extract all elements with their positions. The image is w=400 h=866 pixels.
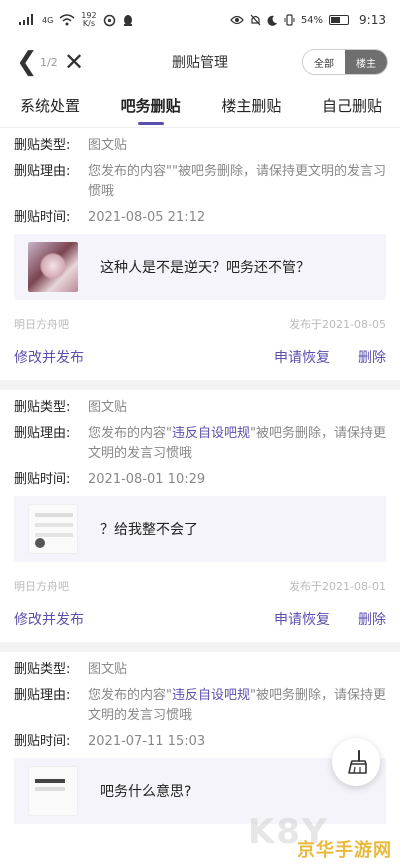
deleted-post-record: 删贴类型: 图文贴 删贴理由: 您发布的内容""被吧务删除，请保持更文明的发言习…	[0, 128, 400, 390]
type-label: 删贴类型:	[14, 400, 71, 415]
delete-button[interactable]: 删除	[358, 347, 386, 367]
type-value: 图文贴	[88, 400, 128, 415]
watermark-site: 京华手游网	[297, 840, 392, 861]
forum-name: 明日方舟吧	[14, 580, 69, 593]
post-preview[interactable]: ？给我整不会了	[14, 496, 386, 562]
post-meta: 明日方舟吧 发布于2021-08-01	[14, 578, 386, 594]
action-bar: 修改并发布 申请恢复 删除	[14, 342, 386, 372]
time-value: 2021-07-11 15:03	[88, 734, 206, 749]
type-label: 删贴类型:	[14, 138, 71, 153]
edit-republish-button[interactable]: 修改并发布	[14, 347, 274, 367]
broom-icon	[348, 750, 367, 774]
type-row: 删贴类型: 图文贴	[14, 136, 386, 156]
type-label: 删贴类型:	[14, 662, 71, 677]
post-title: 吧务什么意思?	[100, 784, 192, 800]
time-row: 删贴时间: 2021-08-05 21:12	[14, 208, 386, 228]
rule-highlight: 违反自设吧规	[171, 426, 250, 441]
publish-date: 发布于2021-08-01	[289, 580, 386, 593]
qq-icon	[123, 14, 132, 26]
battery-percent: 54%	[300, 14, 324, 26]
post-thumbnail	[28, 504, 78, 554]
clock: 9:13	[359, 13, 386, 27]
tab-system[interactable]: 系统处置	[20, 95, 80, 116]
type-row: 删贴类型: 图文贴	[14, 660, 386, 680]
toggle-op[interactable]: 楼主	[345, 50, 387, 74]
status-bar: 4G 192 K/s 54% 9:13	[0, 0, 400, 40]
filter-toggle[interactable]: 全部 楼主	[302, 49, 388, 75]
moon-icon	[267, 15, 277, 26]
type-row: 删贴类型: 图文贴	[14, 398, 386, 418]
post-thumbnail	[28, 242, 78, 292]
time-row: 删贴时间: 2021-07-11 15:03	[14, 732, 386, 752]
network-speed: 192 K/s	[81, 11, 97, 28]
tab-self-deleted[interactable]: 自己删贴	[322, 95, 382, 116]
reason-row: 删贴理由: 您发布的内容"违反自设吧规"被吧务删除，请保持更文明的发言习惯哦	[14, 424, 386, 464]
clean-broom-button[interactable]	[332, 738, 380, 786]
time-value: 2021-08-01 10:29	[88, 472, 206, 487]
divider	[0, 380, 400, 390]
reason-row: 删贴理由: 您发布的内容"违反自设吧规"被吧务删除，请保持更文明的发言习惯哦	[14, 686, 386, 726]
reason-label: 删贴理由:	[14, 164, 71, 179]
time-label: 删贴时间:	[14, 210, 71, 225]
vibrate-icon	[284, 14, 295, 26]
reason-label: 删贴理由:	[14, 688, 71, 703]
time-label: 删贴时间:	[14, 734, 71, 749]
post-preview[interactable]: 这种人是不是逆天？吧务还不管？	[14, 234, 386, 300]
post-title: 这种人是不是逆天？吧务还不管？	[100, 260, 310, 276]
post-thumbnail	[28, 766, 78, 816]
page-indicator: 1/2	[40, 55, 58, 69]
back-icon[interactable]: ❮	[16, 47, 38, 77]
divider	[0, 642, 400, 652]
reason-value: 您发布的内容""被吧务删除，请保持更文明的发言习惯哦	[88, 164, 386, 199]
tab-op-deleted[interactable]: 楼主删贴	[221, 95, 281, 116]
network-type: 4G	[42, 15, 54, 25]
post-title: ？给我整不会了	[100, 522, 198, 538]
edit-republish-button[interactable]: 修改并发布	[14, 609, 274, 629]
reason-label: 删贴理由:	[14, 426, 71, 441]
tab-bar: 系统处置 吧务删贴 楼主删贴 自己删贴	[0, 84, 400, 128]
mute-icon	[250, 14, 261, 26]
publish-date: 发布于2021-08-05	[289, 318, 386, 331]
forum-name: 明日方舟吧	[14, 318, 69, 331]
request-restore-button[interactable]: 申请恢复	[274, 347, 330, 367]
delete-button[interactable]: 删除	[358, 609, 386, 629]
sim-signal-icon	[19, 14, 33, 25]
watermark-logo: K8Y 京华手游网	[242, 812, 398, 864]
app-notification-icon	[103, 14, 115, 26]
eye-comfort-icon	[229, 15, 244, 25]
battery-icon	[329, 15, 350, 25]
toggle-all[interactable]: 全部	[303, 50, 345, 74]
reason-value: 您发布的内容"违反自设吧规"被吧务删除，请保持更文明的发言习惯哦	[88, 426, 386, 461]
wifi-icon	[59, 14, 75, 26]
deleted-post-record: 删贴类型: 图文贴 删贴理由: 您发布的内容"违反自设吧规"被吧务删除，请保持更…	[0, 652, 400, 824]
tab-admin-deleted[interactable]: 吧务删贴	[121, 95, 181, 116]
type-value: 图文贴	[88, 662, 128, 677]
time-label: 删贴时间:	[14, 472, 71, 487]
type-value: 图文贴	[88, 138, 128, 153]
post-meta: 明日方舟吧 发布于2021-08-05	[14, 316, 386, 332]
action-bar: 修改并发布 申请恢复 删除	[14, 604, 386, 634]
reason-row: 删贴理由: 您发布的内容""被吧务删除，请保持更文明的发言习惯哦	[14, 162, 386, 202]
time-row: 删贴时间: 2021-08-01 10:29	[14, 470, 386, 490]
reason-value: 您发布的内容"违反自设吧规"被吧务删除，请保持更文明的发言习惯哦	[88, 688, 386, 723]
deleted-post-record: 删贴类型: 图文贴 删贴理由: 您发布的内容"违反自设吧规"被吧务删除，请保持更…	[0, 390, 400, 652]
close-icon[interactable]: ✕	[64, 48, 84, 76]
title-bar: ❮ 1/2 ✕ 删贴管理 全部 楼主	[0, 40, 400, 84]
request-restore-button[interactable]: 申请恢复	[274, 609, 330, 629]
rule-highlight: 违反自设吧规	[171, 688, 250, 703]
time-value: 2021-08-05 21:12	[88, 210, 206, 225]
